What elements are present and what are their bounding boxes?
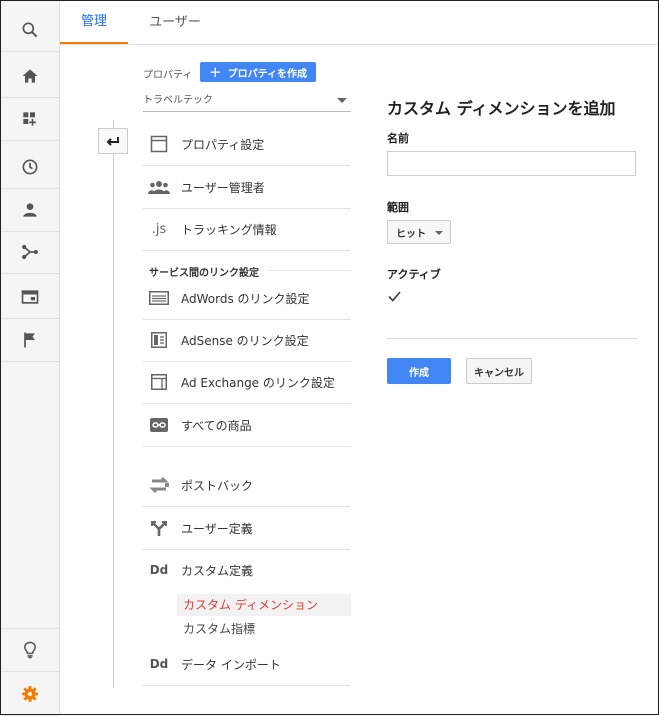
menu-user-definitions[interactable]: ユーザー定義 xyxy=(143,507,351,550)
adexchange-icon xyxy=(147,372,171,392)
menu-adexchange-link[interactable]: Ad Exchange のリンク設定 xyxy=(143,361,351,404)
menu-label: ポストバック xyxy=(181,478,254,493)
top-tab-bar: 管理 ユーザー xyxy=(60,1,658,45)
scope-select[interactable]: ヒット xyxy=(387,220,451,244)
menu-label: ユーザー管理者 xyxy=(181,180,265,195)
tab-admin[interactable]: 管理 xyxy=(60,1,128,44)
dashboard-add-icon xyxy=(23,112,36,126)
window-icon xyxy=(147,134,171,154)
behavior-icon xyxy=(21,290,39,304)
menu-label: AdWords のリンク設定 xyxy=(181,291,310,306)
section-divider xyxy=(268,270,351,271)
home-icon xyxy=(22,69,38,83)
behavior-rail-button[interactable] xyxy=(1,276,59,319)
customization-rail-button[interactable] xyxy=(1,98,59,141)
home-rail-button[interactable] xyxy=(1,55,59,98)
checkmark-icon xyxy=(387,290,401,302)
scope-label: 範囲 xyxy=(387,201,409,214)
menu-property-settings[interactable]: プロパティ設定 xyxy=(143,123,351,166)
dd-icon: Dd xyxy=(149,657,169,671)
plus-icon: + xyxy=(209,62,222,81)
clock-icon xyxy=(22,159,38,175)
scope-select-value: ヒット xyxy=(396,228,426,240)
name-input[interactable] xyxy=(387,151,636,176)
property-select[interactable]: トラベルテック xyxy=(143,91,351,112)
menu-label: プロパティ設定 xyxy=(181,137,265,152)
lightbulb-icon xyxy=(24,641,36,659)
panel-title: カスタム ディメンションを追加 xyxy=(387,99,616,118)
left-nav-rail xyxy=(1,1,60,716)
admin-rail-button[interactable] xyxy=(1,673,59,716)
cancel-button[interactable]: キャンセル xyxy=(466,358,532,384)
adwords-icon xyxy=(147,288,171,308)
menu-label: トラッキング情報 xyxy=(181,222,277,237)
column-divider xyxy=(113,120,114,688)
create-property-button[interactable]: + プロパティを作成 xyxy=(200,62,316,82)
submenu-custom-dimensions[interactable]: カスタム ディメンション xyxy=(177,594,351,616)
link-icon xyxy=(147,415,171,435)
active-label: アクティブ xyxy=(387,268,441,281)
search-rail-button[interactable] xyxy=(1,9,59,52)
menu-data-import[interactable]: Dd データ インポート xyxy=(143,643,351,686)
conversions-rail-button[interactable] xyxy=(1,319,59,362)
people-icon xyxy=(147,177,171,197)
create-property-label: プロパティを作成 xyxy=(227,68,307,80)
fork-icon xyxy=(147,518,171,538)
search-icon xyxy=(22,22,38,38)
acquisition-rail-button[interactable] xyxy=(1,231,59,274)
dropdown-arrow-icon xyxy=(435,231,443,235)
back-button[interactable] xyxy=(98,128,128,154)
realtime-rail-button[interactable] xyxy=(1,146,59,189)
menu-adwords-link[interactable]: AdWords のリンク設定 xyxy=(143,277,351,320)
gear-icon xyxy=(22,686,38,702)
menu-adsense-link[interactable]: AdSense のリンク設定 xyxy=(143,319,351,362)
menu-label: データ インポート xyxy=(181,657,281,672)
tab-user[interactable]: ユーザー xyxy=(140,1,210,44)
acquisition-icon xyxy=(22,244,38,260)
menu-postback[interactable]: ポストバック xyxy=(143,464,351,507)
js-icon: .js xyxy=(151,221,167,237)
menu-label: Ad Exchange のリンク設定 xyxy=(181,375,335,390)
create-button[interactable]: 作成 xyxy=(387,358,451,384)
back-arrow-icon xyxy=(106,137,119,146)
panel-divider xyxy=(387,338,637,339)
dropdown-arrow-icon xyxy=(337,98,347,103)
property-select-value: トラベルテック xyxy=(143,95,213,106)
person-icon xyxy=(23,203,37,217)
menu-custom-definitions[interactable]: Dd カスタム定義 xyxy=(143,549,351,591)
active-checkbox[interactable] xyxy=(387,289,401,303)
postback-icon xyxy=(147,475,171,495)
menu-tracking-info[interactable]: .js トラッキング情報 xyxy=(143,208,351,251)
menu-label: すべての商品 xyxy=(181,418,252,433)
menu-user-management[interactable]: ユーザー管理者 xyxy=(143,166,351,209)
discover-rail-button[interactable] xyxy=(1,628,59,672)
audience-rail-button[interactable] xyxy=(1,189,59,232)
submenu-custom-metrics[interactable]: カスタム指標 xyxy=(177,618,351,640)
property-label: プロパティ xyxy=(143,70,193,81)
menu-label: カスタム定義 xyxy=(181,563,254,578)
flag-icon xyxy=(24,332,35,348)
dd-icon: Dd xyxy=(149,563,169,577)
name-label: 名前 xyxy=(387,132,409,145)
menu-label: AdSense のリンク設定 xyxy=(181,333,309,348)
menu-label: ユーザー定義 xyxy=(181,521,253,536)
menu-all-products[interactable]: すべての商品 xyxy=(143,404,351,447)
adsense-icon xyxy=(147,330,171,350)
